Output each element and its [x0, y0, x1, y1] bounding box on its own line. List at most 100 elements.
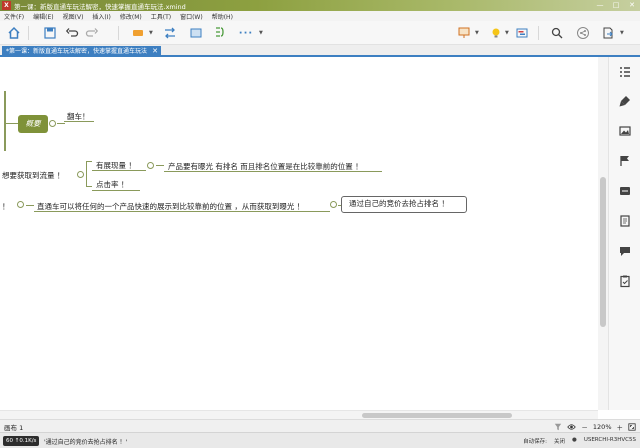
topic-left-fragment[interactable]: ！: [2, 201, 10, 212]
menu-window[interactable]: 窗口(W): [180, 12, 203, 21]
menu-view[interactable]: 视图(V): [63, 12, 84, 21]
relationship-icon: [165, 27, 175, 39]
zoom-in-button[interactable]: ＋: [617, 422, 624, 432]
topic-underline: [64, 121, 94, 122]
redo-button[interactable]: [84, 25, 100, 41]
connector-line: [86, 161, 92, 162]
search-button[interactable]: [549, 25, 565, 41]
tab-document[interactable]: *第一课：新版直通车玩法解密，快速掌握直通车玩法 ✕: [2, 46, 162, 57]
status-bar: 60 ↑0.1K/s '通过自己的竞价去抢占排名 ！' 自动保存: 关闭 ● U…: [0, 432, 640, 448]
filter-icon[interactable]: [554, 423, 562, 431]
share-button[interactable]: [575, 25, 591, 41]
xmind-logo-icon: X: [2, 1, 11, 10]
autosave-label: 自动保存:: [523, 439, 547, 445]
status-right: 自动保存: 关闭 ● USERCHI-R3HVC5S: [523, 437, 636, 445]
window-title: 第一课：新版直通车玩法解密，快速掌握直通车玩法.xmind: [14, 3, 186, 11]
idea-button[interactable]: [488, 25, 504, 41]
summary-icon: [216, 27, 224, 37]
fit-to-window-icon[interactable]: [628, 422, 636, 431]
horizontal-scroll-thumb[interactable]: [362, 413, 512, 418]
topic-button[interactable]: [130, 25, 146, 41]
tab-close-icon[interactable]: ✕: [152, 46, 158, 57]
autosave-value[interactable]: 关闭: [554, 437, 565, 445]
notes-icon[interactable]: [618, 214, 632, 228]
idea-dropdown-chevron-icon[interactable]: ▼: [505, 30, 509, 36]
menu-edit[interactable]: 编辑(E): [33, 12, 53, 21]
task-icon[interactable]: [618, 274, 632, 288]
home-button[interactable]: [6, 25, 22, 41]
export-dropdown-chevron-icon[interactable]: ▼: [620, 30, 624, 36]
toolbar: ▼ ··· ▼ ▼ ▼ ▼: [0, 21, 640, 45]
eye-icon[interactable]: [567, 423, 577, 431]
share-icon: [577, 27, 589, 39]
home-icon: [8, 26, 20, 39]
title-bar: X 第一课：新版直通车玩法解密，快速掌握直通车玩法.xmind — □ ✕: [0, 0, 640, 11]
save-icon: [44, 27, 56, 39]
redo-icon: [85, 28, 99, 37]
gantt-button[interactable]: [514, 25, 530, 41]
relationship-button[interactable]: [162, 25, 178, 41]
maximize-button[interactable]: □: [608, 0, 624, 11]
boundary-button[interactable]: [188, 25, 204, 41]
menu-help[interactable]: 帮助(H): [212, 12, 233, 21]
connector-line: [57, 123, 65, 124]
more-dropdown-chevron-icon[interactable]: ▼: [259, 30, 263, 36]
collapse-toggle[interactable]: [147, 162, 154, 169]
topic-underline: [92, 170, 146, 171]
mindmap-canvas[interactable]: 概要 翻车！ 想要获取到流量 ！ 有展现量 ！ 产品要有曝光 有排名 而且排名位…: [0, 57, 598, 410]
menu-bar: 文件(F) 编辑(E) 视图(V) 插入(I) 修改(M) 工具(T) 窗口(W…: [0, 11, 640, 21]
export-icon: [603, 27, 613, 39]
undo-button[interactable]: [64, 25, 80, 41]
sheet-bar: 画布 1 － 120% ＋: [0, 419, 640, 432]
idea-icon: [492, 28, 500, 38]
outline-icon[interactable]: [618, 65, 632, 79]
zoom-level[interactable]: 120%: [593, 423, 612, 431]
username: USERCHI-R3HVC5S: [583, 437, 636, 443]
connector-line: [6, 123, 18, 124]
export-button[interactable]: [600, 25, 616, 41]
boundary-icon: [190, 28, 202, 38]
summary-bracket: [4, 91, 6, 151]
horizontal-scrollbar[interactable]: [0, 410, 598, 419]
topic-click-rate[interactable]: 点击率 ！: [96, 179, 128, 190]
selected-topic[interactable]: 通过自己的竞价去抢占排名 ！: [341, 196, 467, 213]
close-window-button[interactable]: ✕: [624, 0, 640, 11]
toolbar-separator: [28, 26, 29, 40]
presentation-button[interactable]: [456, 25, 472, 41]
more-icon: ···: [238, 27, 254, 39]
more-button[interactable]: ···: [238, 25, 254, 41]
editor-tab-strip: *第一课：新版直通车玩法解密，快速掌握直通车玩法 ✕: [0, 45, 640, 57]
tab-label: *第一课：新版直通车玩法解密，快速掌握直通车玩法: [6, 48, 148, 55]
image-icon[interactable]: [618, 124, 632, 138]
label-icon[interactable]: [618, 184, 632, 198]
menu-file[interactable]: 文件(F): [4, 12, 24, 21]
vertical-scrollbar[interactable]: [598, 57, 608, 410]
zoom-out-button[interactable]: －: [581, 422, 588, 432]
menu-modify[interactable]: 修改(M): [120, 12, 142, 21]
menu-tools[interactable]: 工具(T): [151, 12, 171, 21]
right-side-panel: [608, 57, 640, 410]
vertical-scroll-thumb[interactable]: [600, 177, 606, 327]
user-icon: ●: [572, 437, 577, 443]
topic-underline: [164, 171, 382, 172]
topic-dropdown-chevron-icon[interactable]: ▼: [149, 30, 153, 36]
collapse-toggle[interactable]: [77, 171, 84, 178]
sheet-tab[interactable]: 画布 1: [4, 422, 23, 432]
connector-line: [86, 186, 92, 187]
presentation-dropdown-chevron-icon[interactable]: ▼: [475, 30, 479, 36]
connector-line: [86, 161, 87, 186]
marker-flag-icon[interactable]: [618, 154, 632, 168]
comments-icon[interactable]: [618, 244, 632, 258]
menu-insert[interactable]: 插入(I): [92, 12, 110, 21]
save-button[interactable]: [42, 25, 58, 41]
collapse-toggle[interactable]: [49, 120, 56, 127]
collapse-toggle[interactable]: [330, 201, 337, 208]
topic-want-traffic[interactable]: 想要获取到流量 ！: [2, 170, 64, 181]
summary-topic[interactable]: 概要: [18, 115, 48, 133]
presentation-icon: [458, 27, 470, 38]
collapse-toggle[interactable]: [17, 201, 24, 208]
minimize-button[interactable]: —: [592, 0, 608, 11]
format-brush-icon[interactable]: [618, 94, 632, 108]
toolbar-separator: [538, 26, 539, 40]
summary-button[interactable]: [212, 25, 228, 41]
